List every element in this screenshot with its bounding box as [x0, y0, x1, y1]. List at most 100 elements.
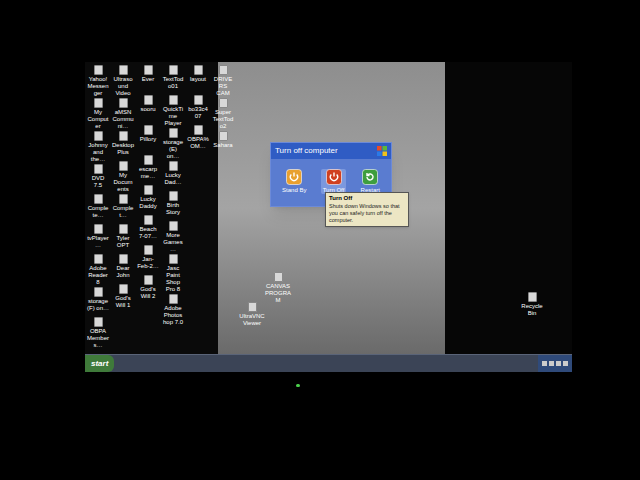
desktop-icon[interactable]: Lucky Daddy [137, 185, 159, 214]
screen: Yahoo! MessengerMy ComputerJohnny and th… [85, 62, 572, 372]
file-icon [144, 245, 153, 255]
desktop-icon[interactable]: God's Will 1 [112, 284, 134, 313]
desktop-icon[interactable]: Dear John [112, 254, 134, 283]
desktop-icon[interactable]: Complet… [112, 194, 134, 223]
icon-column: layoutbo33c407OBPA% OM… [187, 65, 209, 349]
desktop-icon[interactable]: Yahoo! Messenger [87, 65, 109, 97]
desktop-icon[interactable]: OBPA Members… [87, 317, 109, 349]
desktop-icon[interactable]: DVD 7.5 [87, 164, 109, 193]
file-icon [169, 254, 178, 264]
file-icon [169, 221, 178, 231]
desktop-icon[interactable]: CANVAS PROGRAM [263, 272, 293, 304]
icon-column: DRIVERS CAMSuper TextTodo2Sahara [212, 65, 234, 349]
desktop-icon[interactable]: Complete… [87, 194, 109, 223]
desktop-background [445, 62, 572, 354]
file-icon [94, 254, 103, 264]
tray-icon[interactable] [549, 361, 554, 366]
file-icon [169, 95, 178, 105]
windows-logo-icon [377, 146, 387, 156]
desktop-icon[interactable]: storage (E) on… [162, 128, 184, 160]
desktop-icon[interactable]: layout [187, 65, 209, 94]
file-icon [248, 302, 257, 312]
desktop-icon[interactable]: DRIVERS CAM [212, 65, 234, 97]
tooltip: Turn OffShuts down Windows so that you c… [325, 192, 409, 227]
desktop-icon[interactable]: God's Will 2 [137, 275, 159, 304]
file-icon [119, 254, 128, 264]
file-icon [169, 65, 178, 75]
power-option-button[interactable]: Stand By [280, 169, 308, 194]
file-icon [144, 275, 153, 285]
desktop-icon[interactable]: My Documents [112, 161, 134, 193]
desktop-icon[interactable]: Sahara [212, 131, 234, 160]
desktop-icon[interactable]: Ultrasound Video [112, 65, 134, 97]
photo-frame: Yahoo! MessengerMy ComputerJohnny and th… [0, 0, 640, 480]
file-icon [219, 65, 228, 75]
desktop-icon[interactable]: Adobe Reader 8 [87, 254, 109, 286]
file-icon [119, 224, 128, 234]
file-icon [194, 95, 203, 105]
icon-grid: Yahoo! MessengerMy ComputerJohnny and th… [87, 65, 234, 349]
desktop-icon[interactable]: Recycle Bin [517, 292, 547, 321]
desktop-icon[interactable]: My Computer [87, 98, 109, 130]
file-icon [119, 284, 128, 294]
file-icon [169, 128, 178, 138]
file-icon [144, 185, 153, 195]
file-icon [94, 131, 103, 141]
icon-column: EversooruPilloryescarpme…Lucky DaddyBeac… [137, 65, 159, 349]
taskbar: start [85, 354, 572, 372]
desktop-icon[interactable]: OBPA% OM… [187, 125, 209, 154]
file-icon [119, 65, 128, 75]
file-icon [144, 155, 153, 165]
file-icon [94, 194, 103, 204]
desktop-icon[interactable]: Jan-Feb-2… [137, 245, 159, 274]
desktop-icon[interactable]: Super TextTodo2 [212, 98, 234, 130]
file-icon [94, 98, 103, 108]
file-icon [169, 191, 178, 201]
desktop-icon[interactable]: Lucky Dad… [162, 161, 184, 190]
tray-icon[interactable] [563, 361, 568, 366]
file-icon [144, 65, 153, 75]
file-icon [94, 164, 103, 174]
tray-icon[interactable] [542, 361, 547, 366]
start-button[interactable]: start [85, 355, 114, 372]
power-option-button[interactable]: Turn Off [321, 169, 347, 194]
desktop: Yahoo! MessengerMy ComputerJohnny and th… [85, 62, 572, 354]
desktop-icon[interactable]: Johnny and the… [87, 131, 109, 163]
power-icon [326, 169, 342, 185]
desktop-icon[interactable]: Pillory [137, 125, 159, 154]
desktop-icon[interactable]: More Games… [162, 221, 184, 253]
desktop-icon[interactable]: Ever [137, 65, 159, 94]
file-icon [119, 131, 128, 141]
desktop-icon[interactable]: bo33c407 [187, 95, 209, 124]
desktop-icon[interactable]: Jasc Paint Shop Pro 8 [162, 254, 184, 293]
file-icon [94, 287, 103, 297]
desktop-icon[interactable]: storage (F) on… [87, 287, 109, 316]
file-icon [274, 272, 283, 282]
desktop-icon[interactable]: Tyler OPT [112, 224, 134, 253]
file-icon [194, 65, 203, 75]
desktop-icon[interactable]: Adobe Photoshop 7.0 [162, 294, 184, 326]
desktop-icon[interactable]: UltraVNC Viewer [237, 302, 267, 331]
power-option-button[interactable]: Restart [359, 169, 382, 194]
standby-icon [286, 169, 302, 185]
file-icon [119, 161, 128, 171]
restart-icon [362, 169, 378, 185]
file-icon [94, 317, 103, 327]
power-led [296, 384, 300, 387]
tray-icon[interactable] [556, 361, 561, 366]
dialog-title-bar: Turn off computer [271, 143, 391, 159]
desktop-icon[interactable]: Birth Story [162, 191, 184, 220]
desktop-icon[interactable]: escarpme… [137, 155, 159, 184]
file-icon [528, 292, 537, 302]
desktop-icon[interactable]: aMSN Communi… [112, 98, 134, 130]
desktop-icon[interactable]: QuickTime Player [162, 95, 184, 127]
file-icon [194, 125, 203, 135]
desktop-icon[interactable]: Desktop Plus [112, 131, 134, 160]
desktop-icon[interactable]: tvPlayer… [87, 224, 109, 253]
desktop-icon[interactable]: TextTodo01 [162, 65, 184, 94]
desktop-icon[interactable]: Beach 7-07… [137, 215, 159, 244]
desktop-icon[interactable]: sooru [137, 95, 159, 124]
file-icon [169, 161, 178, 171]
file-icon [219, 98, 228, 108]
file-icon [144, 215, 153, 225]
